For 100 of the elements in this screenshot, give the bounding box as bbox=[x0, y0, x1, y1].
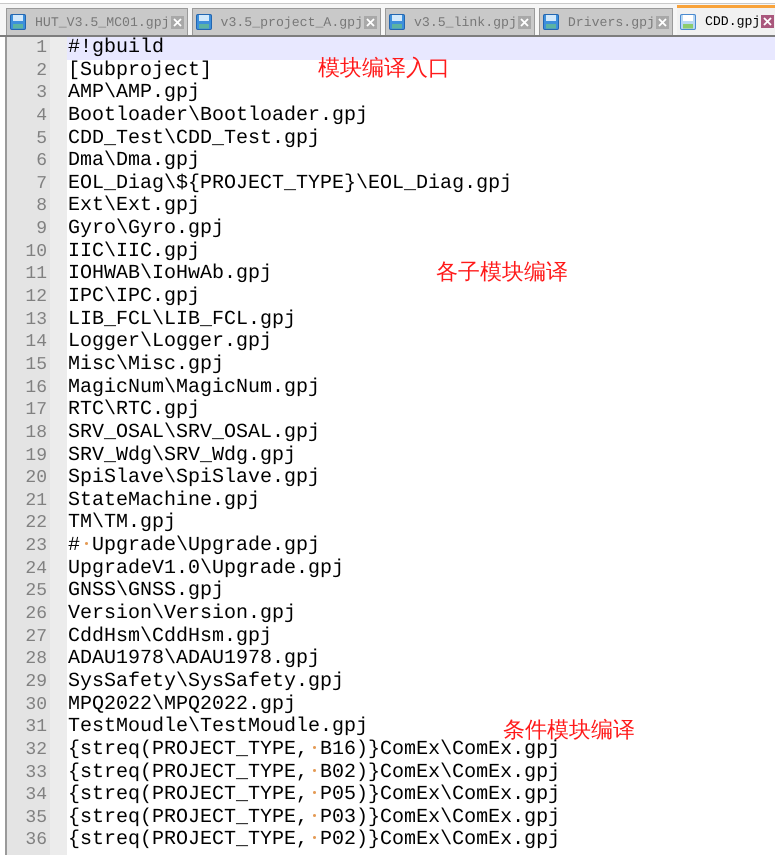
line-number: 8 bbox=[35, 195, 48, 218]
code-text: Bootloader\Bootloader.gpj bbox=[68, 104, 368, 127]
line-number: 31 bbox=[24, 716, 48, 739]
line-number: 22 bbox=[24, 512, 48, 536]
code-text: IIC\IIC.gpj bbox=[68, 240, 200, 263]
code-text: RTC\RTC.gpj bbox=[68, 398, 200, 422]
code-text: MagicNum\MagicNum.gpj bbox=[68, 376, 320, 399]
line-number: 12 bbox=[24, 286, 48, 309]
line-number: 25 bbox=[24, 580, 48, 604]
file-tab[interactable]: Drivers.gpj bbox=[538, 8, 673, 35]
file-tab[interactable]: v3.5_link.gpj bbox=[385, 8, 535, 35]
close-tab-button[interactable] bbox=[170, 16, 184, 28]
line-number: 30 bbox=[24, 694, 48, 716]
code-text: {streq(PROJECT_TYPE, bbox=[68, 760, 308, 784]
close-tab-button[interactable] bbox=[518, 16, 531, 28]
code-text: P05)}ComEx\ComEx.gpj bbox=[320, 783, 560, 806]
file-tab[interactable]: HUT_V3.5_MC01.gpj bbox=[6, 8, 188, 35]
annotation-text: 模块编译入口 bbox=[318, 56, 450, 79]
code-text: AMP\AMP.gpj bbox=[68, 81, 200, 104]
code-text: CDD_Test\CDD_Test.gpj bbox=[68, 126, 320, 150]
code-text: P02)}ComEx\ComEx.gpj bbox=[320, 828, 560, 852]
code-text: Dma\Dma.gpj bbox=[68, 149, 200, 172]
code-text: {streq(PROJECT_TYPE, bbox=[68, 828, 308, 852]
line-number: 23 bbox=[24, 535, 48, 558]
line-number: 2 bbox=[35, 60, 48, 82]
whitespace-dot-icon bbox=[312, 768, 316, 772]
line-number: 9 bbox=[35, 218, 48, 241]
line-number: 17 bbox=[24, 399, 48, 422]
whitespace-dot-icon bbox=[312, 814, 316, 817]
code-text: IPC\IPC.gpj bbox=[68, 285, 200, 308]
line-number: 36 bbox=[24, 829, 48, 852]
line-number: 13 bbox=[24, 308, 48, 332]
code-text: Logger\Logger.gpj bbox=[68, 330, 272, 354]
code-text: IOHWAB\IoHwAb.gpj bbox=[68, 262, 272, 286]
code-text: Gyro\Gyro.gpj bbox=[68, 217, 224, 240]
code-text: #!gbuild bbox=[68, 36, 164, 59]
code-text: SRV_OSAL\SRV_OSAL.gpj bbox=[68, 420, 320, 444]
code-text: ADAU1978\ADAU1978.gpj bbox=[68, 647, 320, 670]
close-tab-button[interactable] bbox=[656, 16, 669, 28]
code-text: Version\Version.gpj bbox=[68, 602, 296, 626]
code-text: Upgrade\Upgrade.gpj bbox=[92, 534, 320, 558]
code-text: {streq(PROJECT_TYPE, bbox=[68, 738, 308, 761]
code-text: Misc\Misc.gpj bbox=[68, 352, 224, 376]
code-text: SpiSlave\SpiSlave.gpj bbox=[68, 466, 320, 490]
file-tab[interactable]: v3.5_project_A.gpj bbox=[192, 8, 381, 35]
line-number: 16 bbox=[24, 376, 48, 400]
line-number: 18 bbox=[24, 422, 48, 445]
line-number: 19 bbox=[24, 444, 48, 468]
whitespace-dot-icon bbox=[312, 836, 316, 840]
close-icon bbox=[658, 18, 667, 26]
line-number: 14 bbox=[24, 331, 48, 354]
close-icon bbox=[366, 18, 375, 26]
line-number: 15 bbox=[24, 354, 48, 377]
close-icon bbox=[763, 17, 772, 26]
code-text: [Subproject] bbox=[68, 58, 212, 82]
line-number: 27 bbox=[24, 626, 48, 648]
code-text: # bbox=[68, 534, 80, 558]
line-number: 10 bbox=[24, 240, 48, 264]
line-number: 6 bbox=[35, 150, 48, 173]
line-number: 21 bbox=[24, 490, 48, 512]
line-number: 11 bbox=[24, 263, 48, 286]
line-number: 5 bbox=[35, 128, 48, 150]
code-text: {streq(PROJECT_TYPE, bbox=[68, 783, 308, 806]
line-number: 24 bbox=[24, 558, 48, 580]
code-text: TM\TM.gpj bbox=[68, 511, 176, 534]
code-text: UpgradeV1.0\Upgrade.gpj bbox=[68, 556, 344, 580]
line-number: 32 bbox=[24, 738, 48, 762]
code-text: P03)}ComEx\ComEx.gpj bbox=[320, 806, 560, 829]
line-number: 35 bbox=[24, 806, 48, 830]
line-number: 20 bbox=[24, 467, 48, 490]
code-text: GNSS\GNSS.gpj bbox=[68, 579, 224, 602]
close-icon bbox=[172, 18, 182, 26]
code-text: SRV_Wdg\SRV_Wdg.gpj bbox=[68, 444, 296, 467]
line-number: 33 bbox=[24, 762, 48, 784]
whitespace-dot-icon bbox=[84, 542, 88, 546]
code-text: MPQ2022\MPQ2022.gpj bbox=[68, 692, 296, 716]
line-number: 34 bbox=[24, 784, 48, 807]
line-number: 28 bbox=[24, 648, 48, 671]
line-number: 4 bbox=[35, 104, 48, 128]
line-number: 7 bbox=[35, 172, 48, 196]
code-text: {streq(PROJECT_TYPE, bbox=[68, 806, 308, 829]
whitespace-dot-icon bbox=[312, 746, 316, 749]
whitespace-dot-icon bbox=[312, 791, 316, 794]
line-number: 26 bbox=[24, 603, 48, 626]
close-icon bbox=[520, 18, 529, 26]
file-tab[interactable]: CDD.gpj bbox=[676, 5, 775, 35]
code-text: LIB_FCL\LIB_FCL.gpj bbox=[68, 308, 296, 331]
code-text: B02)}ComEx\ComEx.gpj bbox=[320, 760, 560, 784]
line-number: 3 bbox=[35, 82, 48, 105]
code-text: EOL_Diag\${PROJECT_TYPE}\EOL_Diag.gpj bbox=[68, 172, 512, 195]
code-text: TestMoudle\TestMoudle.gpj bbox=[68, 715, 368, 738]
code-text: SysSafety\SysSafety.gpj bbox=[68, 670, 344, 693]
line-number: 1 bbox=[35, 37, 48, 60]
code-text: Ext\Ext.gpj bbox=[68, 194, 200, 218]
annotation-text: 各子模块编译 bbox=[436, 261, 568, 284]
code-text: CddHsm\CddHsm.gpj bbox=[68, 624, 272, 648]
line-number: 29 bbox=[24, 670, 48, 694]
close-tab-button[interactable] bbox=[364, 16, 377, 28]
close-tab-button[interactable] bbox=[761, 15, 774, 28]
code-text: StateMachine.gpj bbox=[68, 488, 260, 512]
